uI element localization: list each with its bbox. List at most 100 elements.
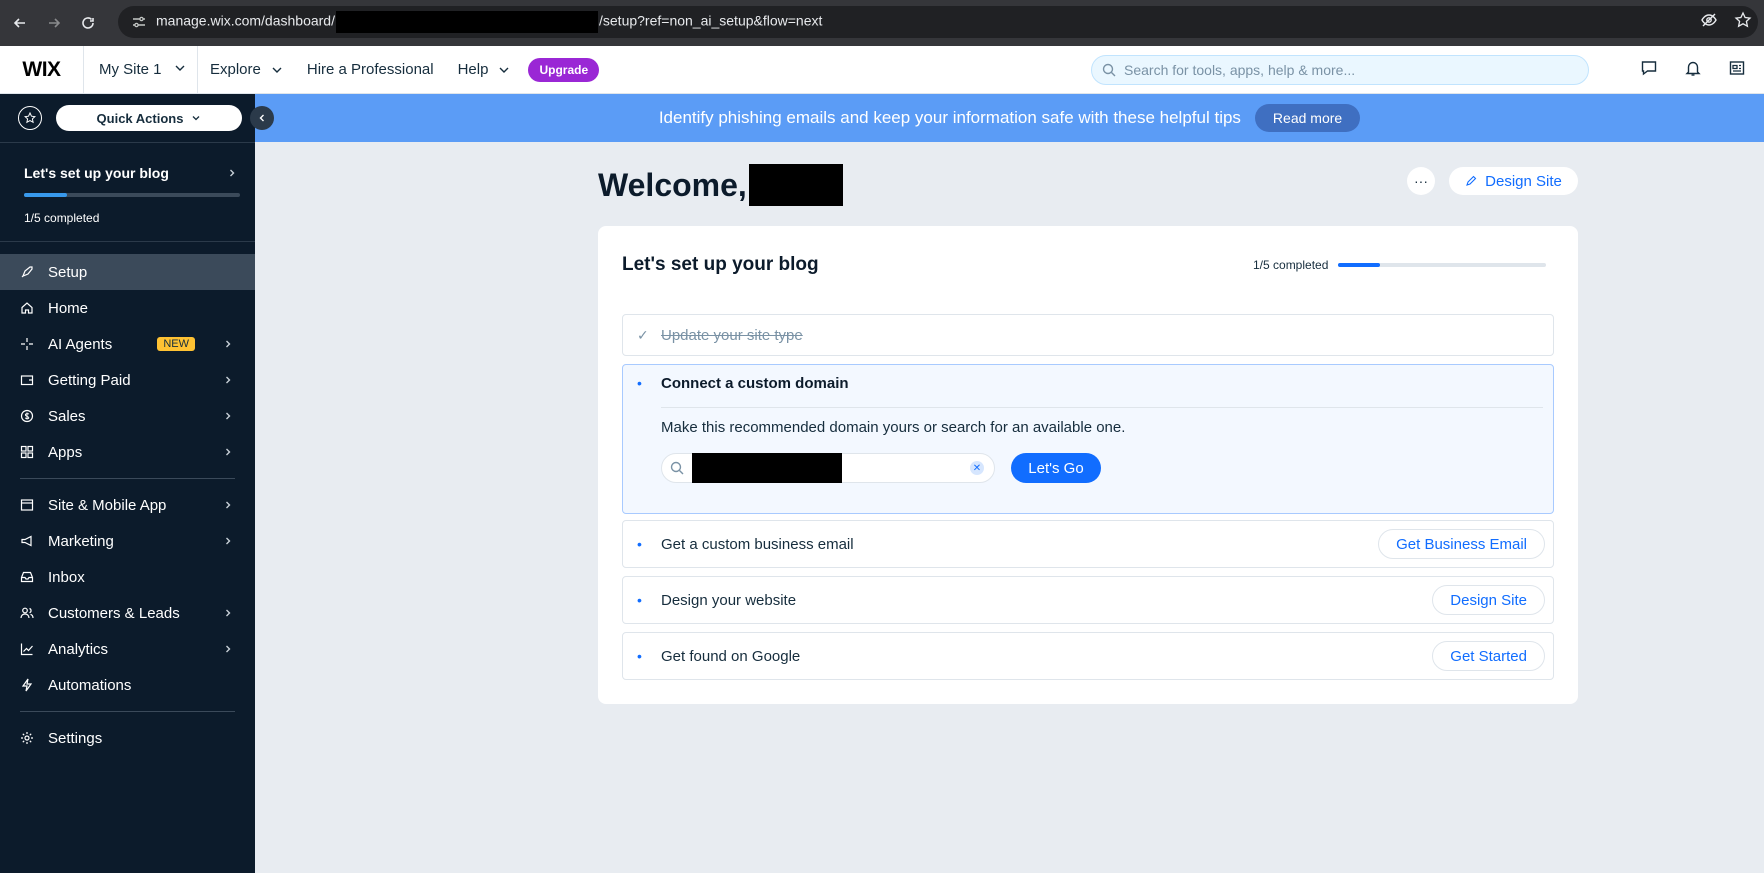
sidebar-item-home[interactable]: Home [0, 290, 255, 326]
search-input[interactable]: Search for tools, apps, help & more... [1091, 55, 1589, 85]
search-icon [1102, 63, 1116, 77]
step-update-site-type[interactable]: ✓ Update your site type [622, 314, 1554, 356]
step-title[interactable]: Connect a custom domain [661, 375, 849, 392]
bullet-icon: • [637, 536, 642, 552]
sidebar-item-inbox[interactable]: Inbox [0, 559, 255, 595]
bell-icon[interactable] [1684, 59, 1702, 82]
chevron-down-icon [499, 67, 509, 73]
browser-chrome: manage.wix.com/dashboard//setup?ref=non_… [0, 0, 1764, 46]
sidebar-item-label: Settings [48, 729, 103, 747]
chevron-right-icon [223, 533, 233, 550]
sidebar-item-marketing[interactable]: Marketing [0, 523, 255, 559]
rocket-icon [20, 265, 34, 279]
home-icon [20, 301, 34, 315]
chat-icon[interactable] [1640, 59, 1658, 82]
sidebar-item-site-mobile-app[interactable]: Site & Mobile App [0, 487, 255, 523]
read-more-button[interactable]: Read more [1254, 104, 1361, 132]
step-label: Get a custom business email [661, 535, 854, 553]
more-actions-button[interactable]: ··· [1407, 167, 1435, 195]
eye-off-icon[interactable] [1700, 11, 1718, 34]
chevron-right-icon [223, 408, 233, 425]
domain-search-input[interactable]: ✕ [661, 453, 995, 483]
sidebar-item-label: Getting Paid [48, 371, 131, 389]
sidebar-item-label: Customers & Leads [48, 604, 180, 622]
nav-explore[interactable]: Explore [210, 61, 283, 78]
chevron-down-icon [174, 61, 186, 78]
sidebar-item-customers-leads[interactable]: Customers & Leads [0, 595, 255, 631]
news-icon[interactable] [1728, 59, 1746, 82]
layout-icon [20, 498, 34, 512]
gear-icon [20, 731, 34, 745]
sidebar-item-apps[interactable]: Apps [0, 434, 255, 470]
sidebar-item-label: Marketing [48, 532, 114, 550]
quick-actions-label: Quick Actions [96, 110, 184, 126]
sidebar-menu: Setup Home AI Agents NEW Getting Paid Sa… [0, 254, 255, 756]
redacted-block [692, 453, 842, 483]
nav-help[interactable]: Help [458, 61, 511, 78]
step-found-on-google[interactable]: • Get found on Google Get Started [622, 632, 1554, 680]
step-label: Get found on Google [661, 647, 801, 665]
collapse-sidebar-button[interactable] [250, 106, 274, 130]
chevron-down-icon [193, 116, 200, 121]
upgrade-button[interactable]: Upgrade [528, 57, 600, 82]
nav-hire-professional[interactable]: Hire a Professional [307, 61, 434, 78]
step-design-website[interactable]: • Design your website Design Site [622, 576, 1554, 624]
bullet-icon: • [637, 592, 642, 608]
checkmark-icon: ✓ [637, 326, 649, 343]
chevron-left-icon [259, 114, 264, 122]
wallet-icon [20, 373, 34, 387]
sidebar-item-label: Analytics [48, 640, 109, 658]
step-connect-domain: • Connect a custom domain Make this reco… [622, 364, 1554, 514]
site-info-icon[interactable] [122, 14, 156, 30]
sparkle-icon [20, 337, 34, 351]
star-icon[interactable] [18, 106, 42, 130]
setup-progress-card[interactable]: Let's set up your blog 1/5 completed [0, 142, 255, 242]
setup-progress-bar [24, 193, 240, 197]
chevron-right-icon [223, 497, 233, 514]
get-started-button[interactable]: Get Started [1432, 641, 1545, 671]
banner-text: Identify phishing emails and keep your i… [658, 108, 1241, 127]
sidebar-item-label: Apps [48, 443, 83, 461]
sidebar-item-sales[interactable]: Sales [0, 398, 255, 434]
checklist-progress-fill [1338, 263, 1380, 267]
forward-icon[interactable] [40, 9, 68, 37]
sidebar-item-ai-agents[interactable]: AI Agents NEW [0, 326, 255, 362]
welcome-heading: Welcome, [598, 164, 843, 206]
bullet-icon: • [637, 375, 642, 391]
redacted-block [336, 11, 598, 33]
lets-go-button[interactable]: Let's Go [1011, 453, 1101, 483]
get-business-email-button[interactable]: Get Business Email [1378, 529, 1545, 559]
site-name: My Site 1 [99, 61, 162, 78]
sidebar-item-analytics[interactable]: Analytics [0, 631, 255, 667]
chevron-right-icon [230, 169, 235, 177]
chevron-right-icon [223, 444, 233, 461]
back-icon[interactable] [6, 9, 34, 37]
chart-icon [20, 642, 34, 656]
design-site-step-button[interactable]: Design Site [1432, 585, 1545, 615]
sidebar-item-getting-paid[interactable]: Getting Paid [0, 362, 255, 398]
sidebar-item-settings[interactable]: Settings [0, 720, 255, 756]
checklist-progress-bar [1338, 263, 1547, 267]
step-business-email[interactable]: • Get a custom business email Get Busine… [622, 520, 1554, 568]
design-site-button[interactable]: Design Site [1449, 167, 1578, 195]
sidebar-item-setup[interactable]: Setup [0, 254, 255, 290]
site-selector[interactable]: My Site 1 [84, 45, 198, 94]
sidebar-item-label: Automations [48, 676, 132, 694]
step-description: Make this recommended domain yours or se… [661, 419, 1126, 436]
nav-help-label: Help [457, 61, 489, 78]
quick-actions-button[interactable]: Quick Actions [56, 105, 242, 131]
reload-icon[interactable] [74, 9, 102, 37]
sidebar-item-label: Inbox [48, 568, 85, 586]
chevron-right-icon [223, 372, 233, 389]
wix-logo[interactable]: WIX [0, 45, 84, 94]
bookmark-star-icon[interactable] [1734, 10, 1752, 34]
dollar-icon [20, 409, 34, 423]
checklist-progress-text: 1/5 completed [1253, 258, 1329, 272]
clear-input-icon[interactable]: ✕ [970, 461, 984, 475]
sidebar-item-automations[interactable]: Automations [0, 667, 255, 703]
sidebar-divider [20, 711, 235, 712]
top-bar: WIX My Site 1 Explore Hire a Professiona… [0, 45, 1764, 94]
address-bar[interactable]: manage.wix.com/dashboard//setup?ref=non_… [118, 6, 1758, 38]
sidebar-item-label: Sales [48, 407, 86, 425]
checklist-progress: 1/5 completed [1253, 258, 1547, 272]
